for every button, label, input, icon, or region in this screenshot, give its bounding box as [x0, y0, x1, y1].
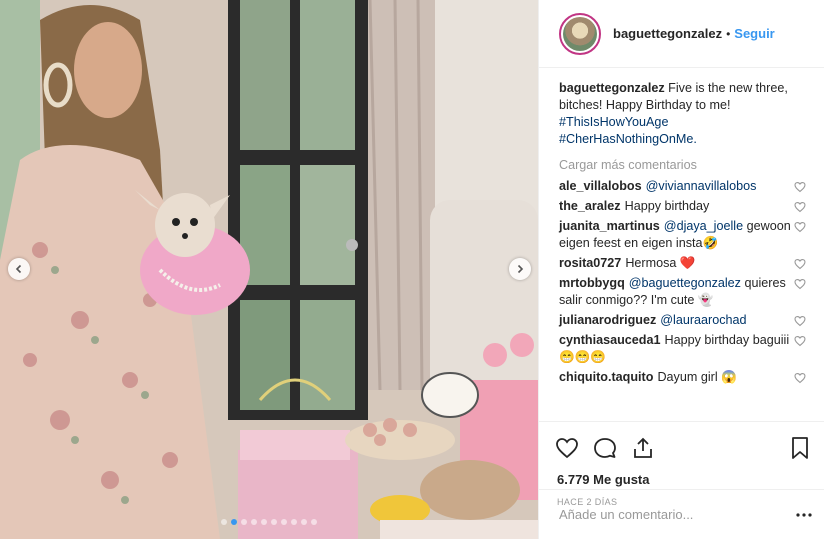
header-username[interactable]: baguettegonzalez: [613, 26, 722, 41]
comment-like-heart-icon[interactable]: [794, 315, 806, 327]
carousel-dot: [241, 519, 247, 525]
carousel-prev-button[interactable]: [8, 258, 30, 280]
comment-username[interactable]: the_aralez: [559, 199, 621, 213]
comment-text-block: rosita0727 Hermosa ❤️: [559, 255, 794, 272]
post-photo[interactable]: [0, 0, 538, 539]
comment-row: chiquito.taquito Dayum girl 😱: [559, 369, 806, 386]
carousel-dot: [251, 519, 257, 525]
comment-like-heart-icon[interactable]: [794, 372, 806, 384]
comment-row: cynthiasauceda1 Happy birthday baguiii 😁😁…: [559, 332, 806, 366]
hashtag-link[interactable]: #ThisIsHowYouAge: [559, 114, 806, 131]
share-icon[interactable]: [631, 436, 655, 460]
action-icons: [555, 430, 812, 466]
comment-row: the_aralez Happy birthday: [559, 198, 806, 215]
heart-icon[interactable]: [555, 436, 579, 460]
comment-username[interactable]: julianarodriguez: [559, 313, 656, 327]
comment-body: Hermosa ❤️: [625, 256, 696, 270]
carousel-dot: [261, 519, 267, 525]
comment-mention[interactable]: @viviannavillalobos: [646, 179, 757, 193]
carousel-dot: [221, 519, 227, 525]
comment-username[interactable]: juanita_martinus: [559, 219, 660, 233]
comments-section: baguettegonzalez Five is the new three, …: [539, 68, 824, 421]
comment-row: julianarodriguez @lauraarochad: [559, 312, 806, 329]
comment-text-block: cynthiasauceda1 Happy birthday baguiii 😁😁…: [559, 332, 794, 366]
bookmark-icon[interactable]: [788, 436, 812, 460]
comment-username[interactable]: ale_villalobos: [559, 179, 642, 193]
comment-username[interactable]: rosita0727: [559, 256, 621, 270]
comment-input[interactable]: [559, 507, 796, 522]
comment-body: Happy birthday: [624, 199, 710, 213]
carousel-indicator: [0, 519, 538, 525]
comment-icon[interactable]: [593, 436, 617, 460]
comment-mention[interactable]: @baguettegonzalez: [629, 276, 741, 290]
comment-username[interactable]: mrtobbygq: [559, 276, 625, 290]
comment-body: Dayum girl 😱: [657, 370, 737, 384]
comment-text-block: mrtobbygq @baguettegonzalez quieres salir…: [559, 275, 794, 309]
photo-scene: [0, 0, 538, 539]
comment-like-heart-icon[interactable]: [794, 221, 806, 233]
comment-mention[interactable]: @djaya_joelle: [664, 219, 743, 233]
comment-like-heart-icon[interactable]: [794, 181, 806, 193]
carousel-next-button[interactable]: [509, 258, 531, 280]
comment-text-block: julianarodriguez @lauraarochad: [559, 312, 794, 329]
comment-text-block: chiquito.taquito Dayum girl 😱: [559, 369, 794, 386]
comment-text-block: the_aralez Happy birthday: [559, 198, 794, 215]
load-more-comments-button[interactable]: Cargar más comentarios: [559, 158, 806, 172]
carousel-dot: [271, 519, 277, 525]
comment-row: juanita_martinus @djaya_joelle gewoon eig…: [559, 218, 806, 252]
comment-text-block: ale_villalobos @viviannavillalobos: [559, 178, 794, 195]
comment-like-heart-icon[interactable]: [794, 258, 806, 270]
comment-row: ale_villalobos @viviannavillalobos: [559, 178, 806, 195]
carousel-dot: [281, 519, 287, 525]
more-options-icon[interactable]: [796, 512, 812, 517]
header-separator: •: [726, 26, 731, 41]
carousel-dot: [231, 519, 237, 525]
comment-list: ale_villalobos @viviannavillalobos the_ara…: [559, 178, 806, 386]
comment-row: rosita0727 Hermosa ❤️: [559, 255, 806, 272]
avatar[interactable]: [559, 12, 601, 55]
follow-button[interactable]: Seguir: [734, 26, 774, 41]
caption-username[interactable]: baguettegonzalez: [559, 81, 665, 95]
post-header: baguettegonzalez • Seguir: [539, 0, 824, 68]
comment-username[interactable]: chiquito.taquito: [559, 370, 653, 384]
chevron-right-icon: [517, 264, 524, 274]
comment-row: mrtobbygq @baguettegonzalez quieres salir…: [559, 275, 806, 309]
comment-mention[interactable]: @lauraarochad: [660, 313, 746, 327]
post-caption: baguettegonzalez Five is the new three, …: [559, 80, 806, 148]
avatar-image: [563, 16, 597, 51]
likes-count[interactable]: 6.779 Me gusta: [555, 472, 812, 487]
chevron-left-icon: [15, 264, 22, 274]
comment-text-block: juanita_martinus @djaya_joelle gewoon eig…: [559, 218, 794, 252]
comment-like-heart-icon[interactable]: [794, 278, 806, 290]
hashtag-link[interactable]: #CherHasNothingOnMe.: [559, 131, 806, 148]
post-actions: 6.779 Me gusta HACE 2 DÍAS: [539, 421, 824, 539]
comment-like-heart-icon[interactable]: [794, 201, 806, 213]
instagram-post: baguettegonzalez • Seguir baguettegonzal…: [0, 0, 824, 539]
carousel-dot: [291, 519, 297, 525]
comment-like-heart-icon[interactable]: [794, 335, 806, 347]
post-sidebar: baguettegonzalez • Seguir baguettegonzal…: [538, 0, 824, 539]
add-comment-bar: [539, 489, 824, 539]
carousel-dot: [311, 519, 317, 525]
comment-username[interactable]: cynthiasauceda1: [559, 333, 661, 347]
carousel-dot: [301, 519, 307, 525]
